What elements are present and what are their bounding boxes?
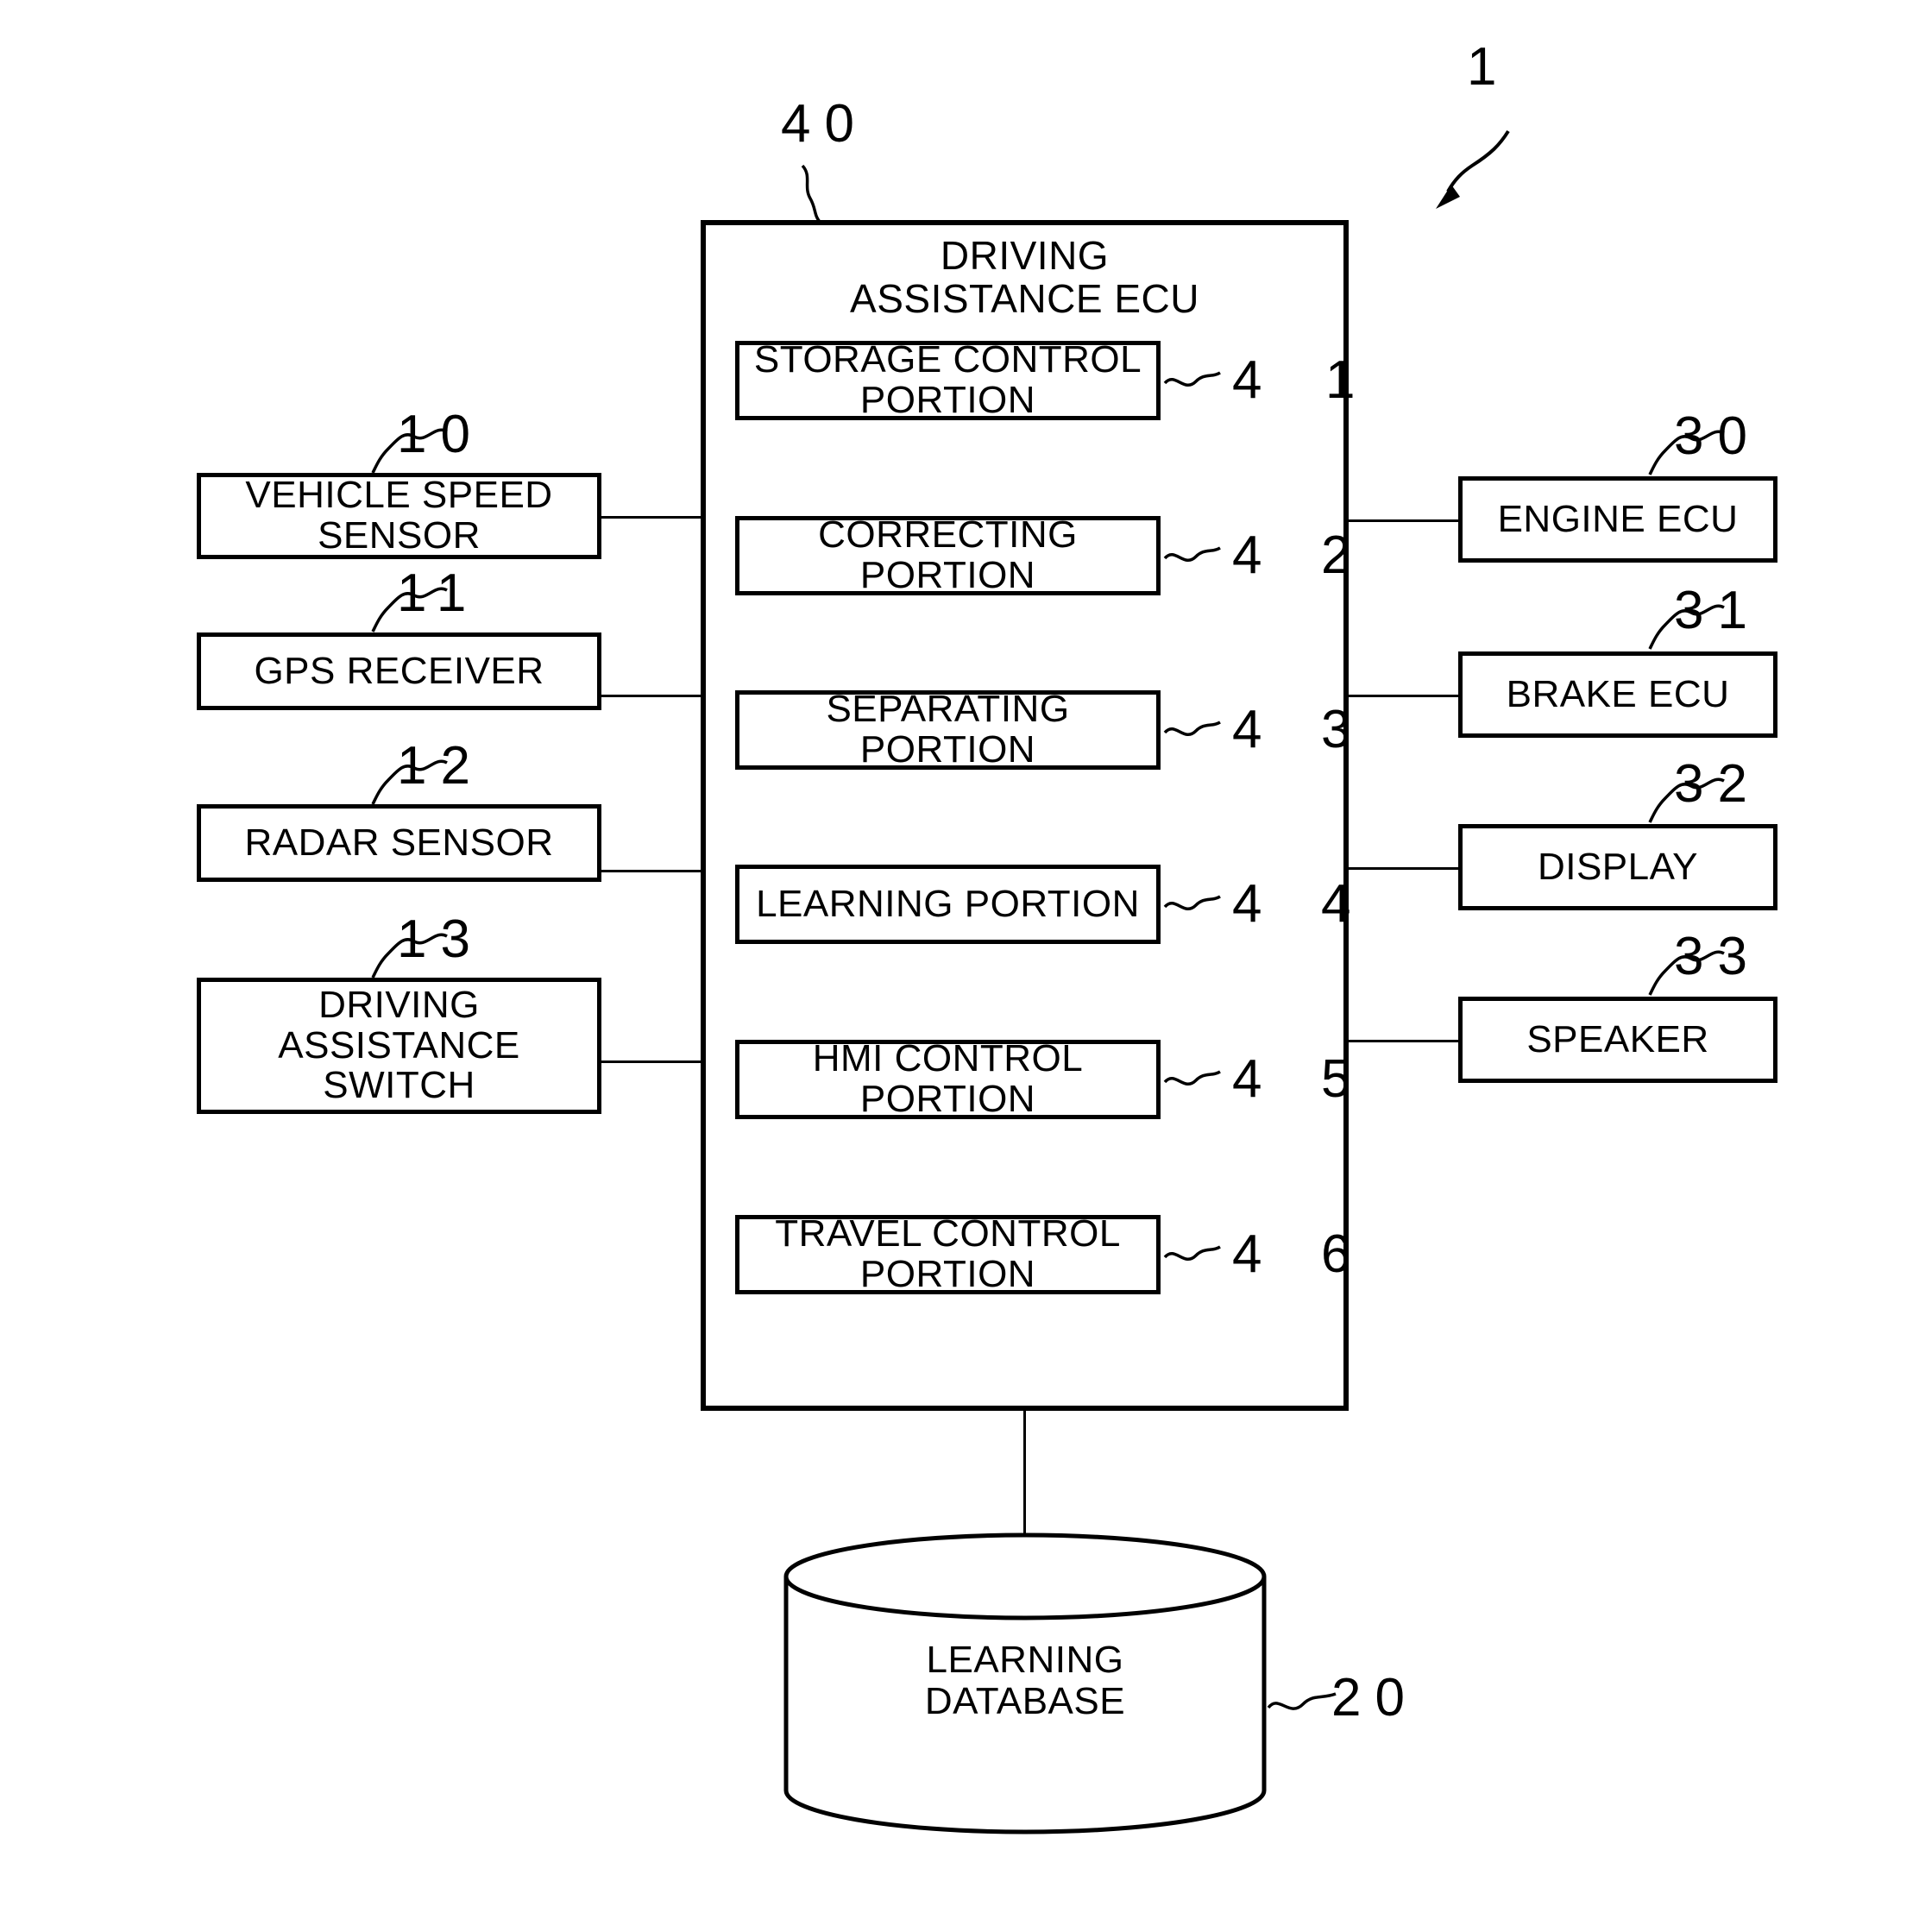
reference-numeral-12: 12 xyxy=(397,736,484,796)
reference-numeral-40: 40 xyxy=(781,94,868,154)
reference-numeral-10: 10 xyxy=(397,405,484,464)
reference-numeral-41-first: 4 xyxy=(1232,350,1262,410)
reference-numeral-44-first: 4 xyxy=(1232,874,1262,934)
correcting-portion-label: CORRECTING PORTION xyxy=(818,513,1078,596)
reference-numeral-45-first: 4 xyxy=(1232,1049,1262,1109)
engine-ecu-label: ENGINE ECU xyxy=(1497,497,1739,540)
reference-numeral-46-second: 6 xyxy=(1321,1224,1351,1284)
gps-receiver-label: GPS RECEIVER xyxy=(254,649,544,692)
leader-line-44 xyxy=(1163,895,1221,911)
connector-gps-receiver xyxy=(601,695,703,697)
connector-display xyxy=(1346,867,1461,870)
hmi-control-portion-box: HMI CONTROL PORTION xyxy=(735,1037,1161,1120)
display-box: DISPLAY xyxy=(1458,824,1777,910)
storage-control-portion-label: STORAGE CONTROL PORTION xyxy=(753,338,1142,421)
hmi-control-portion-label: HMI CONTROL PORTION xyxy=(812,1037,1084,1120)
display-label: DISPLAY xyxy=(1537,845,1699,888)
speaker-label: SPEAKER xyxy=(1526,1017,1709,1060)
reference-numeral-42-first: 4 xyxy=(1232,525,1262,585)
radar-sensor-label: RADAR SENSOR xyxy=(244,821,554,864)
reference-numeral-41-second: 1 xyxy=(1325,350,1356,410)
leader-line-43 xyxy=(1163,721,1221,737)
reference-numeral-13: 13 xyxy=(397,909,484,969)
leader-line-46 xyxy=(1163,1245,1221,1262)
patent-figure-block-diagram: 1 40 DRIVING ASSISTANCE ECU STORAGE CONT… xyxy=(0,0,1919,1932)
reference-numeral-30: 30 xyxy=(1674,406,1761,466)
travel-control-portion-box: TRAVEL CONTROL PORTION xyxy=(735,1212,1161,1295)
leader-line-45 xyxy=(1163,1070,1221,1086)
system-arrow-icon xyxy=(1436,129,1510,209)
learning-portion-label: LEARNING PORTION xyxy=(756,882,1140,925)
engine-ecu-box: ENGINE ECU xyxy=(1458,476,1777,563)
reference-numeral-46-first: 4 xyxy=(1232,1224,1262,1284)
separating-portion-box: SEPARATING PORTION xyxy=(735,688,1161,771)
driving-assistance-ecu-title: DRIVING ASSISTANCE ECU xyxy=(850,233,1199,321)
reference-numeral-45-second: 5 xyxy=(1321,1049,1351,1109)
connector-radar-sensor xyxy=(601,870,703,872)
reference-numeral-11: 11 xyxy=(397,563,481,623)
reference-numeral-43-first: 4 xyxy=(1232,700,1262,759)
brake-ecu-label: BRAKE ECU xyxy=(1506,672,1730,715)
leader-line-40 xyxy=(801,164,822,224)
reference-numeral-system: 1 xyxy=(1467,37,1497,97)
reference-numeral-20: 20 xyxy=(1331,1668,1419,1727)
correcting-portion-box: CORRECTING PORTION xyxy=(735,513,1161,596)
leader-line-41 xyxy=(1163,371,1221,387)
vehicle-speed-sensor-label: VEHICLE SPEED SENSOR xyxy=(245,474,553,557)
radar-sensor-box: RADAR SENSOR xyxy=(197,804,601,882)
travel-control-portion-label: TRAVEL CONTROL PORTION xyxy=(775,1212,1121,1295)
learning-database-label: LEARNING DATABASE xyxy=(924,1639,1126,1722)
connector-engine-ecu xyxy=(1346,519,1461,522)
reference-numeral-43-second: 3 xyxy=(1321,700,1351,759)
connector-learning-database xyxy=(1023,1410,1026,1539)
connector-brake-ecu xyxy=(1346,695,1461,697)
reference-numeral-44-second: 4 xyxy=(1321,874,1351,934)
reference-numeral-32: 32 xyxy=(1674,754,1761,814)
leader-line-42 xyxy=(1163,546,1221,563)
speaker-box: SPEAKER xyxy=(1458,997,1777,1083)
separating-portion-label: SEPARATING PORTION xyxy=(826,688,1070,771)
driving-assistance-switch-label: DRIVING ASSISTANCE SWITCH xyxy=(278,984,520,1107)
storage-control-portion-box: STORAGE CONTROL PORTION xyxy=(735,338,1161,421)
reference-numeral-31: 31 xyxy=(1674,581,1761,640)
connector-driving-assistance-switch xyxy=(601,1060,703,1063)
connector-vehicle-speed-sensor xyxy=(601,516,703,519)
brake-ecu-box: BRAKE ECU xyxy=(1458,651,1777,738)
vehicle-speed-sensor-box: VEHICLE SPEED SENSOR xyxy=(197,473,601,559)
reference-numeral-42-second: 2 xyxy=(1321,525,1351,585)
learning-portion-box: LEARNING PORTION xyxy=(735,865,1161,944)
driving-assistance-switch-box: DRIVING ASSISTANCE SWITCH xyxy=(197,978,601,1114)
gps-receiver-box: GPS RECEIVER xyxy=(197,632,601,710)
reference-numeral-33: 33 xyxy=(1674,927,1761,986)
connector-speaker xyxy=(1346,1040,1461,1042)
